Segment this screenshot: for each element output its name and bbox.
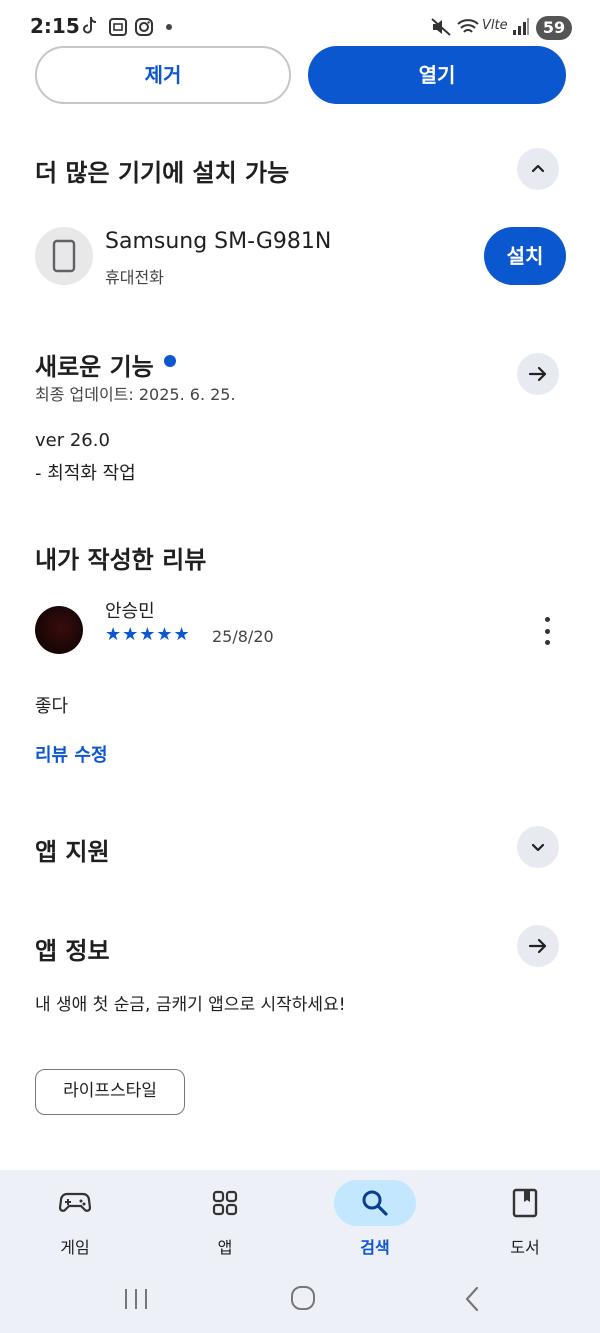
tiktok-icon bbox=[80, 15, 100, 41]
signal-icon bbox=[512, 16, 530, 40]
nav-label: 앱 bbox=[217, 1238, 233, 1257]
rating-stars: ★★★★★ bbox=[105, 624, 191, 645]
apps-grid-icon bbox=[212, 1190, 238, 1216]
more-devices-title: 더 많은 기기에 설치 가능 bbox=[35, 159, 290, 187]
device-name: Samsung SM-G981N bbox=[105, 229, 332, 254]
nav-item-games[interactable]: 게임 bbox=[25, 1180, 125, 1258]
nav-label: 게임 bbox=[60, 1238, 90, 1257]
battery-indicator: 59 bbox=[536, 16, 572, 40]
device-type: 휴대전화 bbox=[105, 268, 164, 287]
wifi-icon bbox=[456, 16, 480, 42]
last-updated: 최종 업데이트: 2025. 6. 25. bbox=[35, 385, 236, 404]
status-time: 2:15 bbox=[30, 14, 80, 38]
bottom-nav: 게임 앱 검색 도서 bbox=[0, 1170, 600, 1333]
arrow-right-icon bbox=[528, 938, 547, 954]
nav-item-search[interactable]: 검색 bbox=[325, 1180, 425, 1258]
notification-dot-icon bbox=[166, 24, 172, 30]
app-description: 내 생애 첫 순금, 금캐기 앱으로 시작하세요! bbox=[35, 995, 346, 1015]
book-icon bbox=[512, 1188, 538, 1218]
home-icon bbox=[291, 1286, 315, 1310]
app-info-arrow-button[interactable] bbox=[517, 925, 559, 967]
back-button[interactable] bbox=[462, 1285, 482, 1317]
app-support-title: 앱 지원 bbox=[35, 838, 110, 866]
category-chip[interactable]: 라이프스타일 bbox=[35, 1069, 185, 1115]
recent-apps-button[interactable] bbox=[123, 1287, 149, 1315]
dot-icon bbox=[544, 628, 550, 634]
avatar bbox=[35, 606, 83, 654]
more-options-button[interactable] bbox=[536, 617, 558, 645]
dot-icon bbox=[544, 640, 550, 645]
device-avatar bbox=[35, 227, 93, 285]
release-notes: - 최적화 작업 bbox=[35, 463, 136, 484]
nav-item-books[interactable]: 도서 bbox=[475, 1180, 575, 1258]
gamepad-icon bbox=[59, 1192, 91, 1212]
edit-review-link[interactable]: 리뷰 수정 bbox=[35, 741, 108, 767]
review-date: 25/8/20 bbox=[212, 627, 274, 646]
volte-icon: Vlte bbox=[482, 18, 508, 33]
whats-new-title: 새로운 기능 bbox=[35, 353, 154, 381]
chevron-up-icon bbox=[531, 164, 545, 173]
search-icon bbox=[362, 1190, 388, 1216]
reviewer-name: 안승민 bbox=[105, 601, 155, 622]
review-text: 좋다 bbox=[35, 696, 69, 717]
screenshot-icon bbox=[108, 17, 128, 41]
mute-icon bbox=[430, 16, 452, 42]
nav-label: 도서 bbox=[510, 1238, 540, 1257]
home-button[interactable] bbox=[290, 1285, 316, 1315]
recents-icon bbox=[125, 1289, 147, 1309]
back-icon bbox=[465, 1286, 479, 1312]
collapse-button[interactable] bbox=[517, 148, 559, 190]
new-indicator-dot bbox=[164, 355, 176, 367]
phone-icon bbox=[52, 239, 76, 273]
instagram-icon bbox=[134, 17, 154, 41]
nav-label: 검색 bbox=[360, 1238, 390, 1257]
my-review-title: 내가 작성한 리뷰 bbox=[35, 546, 207, 574]
open-button[interactable]: 열기 bbox=[308, 46, 566, 104]
app-support-expand-button[interactable] bbox=[517, 826, 559, 868]
chevron-down-icon bbox=[531, 843, 545, 852]
nav-item-apps[interactable]: 앱 bbox=[175, 1180, 275, 1258]
remove-button[interactable]: 제거 bbox=[35, 46, 291, 104]
whats-new-arrow-button[interactable] bbox=[517, 353, 559, 395]
install-button[interactable]: 설치 bbox=[484, 227, 566, 285]
arrow-right-icon bbox=[528, 366, 547, 382]
version-text: ver 26.0 bbox=[35, 430, 110, 451]
app-info-title: 앱 정보 bbox=[35, 937, 110, 965]
dot-icon bbox=[544, 617, 550, 622]
